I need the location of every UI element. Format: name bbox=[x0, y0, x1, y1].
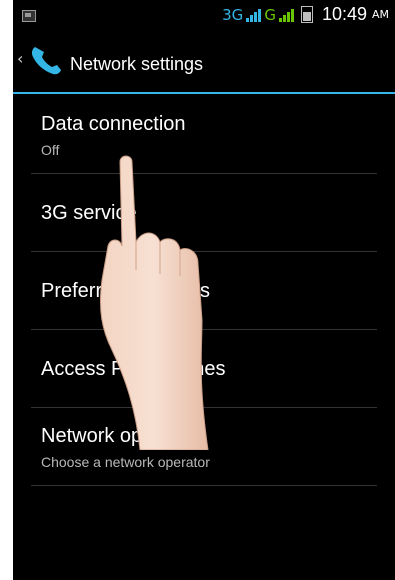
page-title: Network settings bbox=[70, 54, 204, 74]
phone-settings-icon[interactable] bbox=[29, 44, 65, 80]
action-bar[interactable]: ‹ Network settings bbox=[13, 30, 395, 90]
signal-bars-secondary-icon bbox=[278, 8, 294, 22]
setting-summary: Choose a network operator bbox=[41, 454, 210, 470]
phone-screen: 3G G 10:49 AM ‹ Network settings Data co… bbox=[13, 0, 395, 580]
network-3g-label: 3G bbox=[222, 5, 244, 24]
setting-title: Data connection bbox=[41, 113, 186, 135]
status-bar: 3G G 10:49 AM bbox=[13, 0, 395, 28]
notification-image-icon bbox=[22, 10, 36, 22]
status-left bbox=[22, 8, 36, 26]
status-right: 3G G 10:49 AM bbox=[222, 4, 389, 25]
signal-bars-icon bbox=[246, 8, 262, 22]
list-divider bbox=[31, 485, 377, 486]
action-bar-divider bbox=[13, 92, 395, 94]
battery-icon bbox=[300, 6, 313, 23]
setting-summary: Off bbox=[41, 142, 60, 158]
status-time: 10:49 bbox=[321, 4, 367, 24]
up-chevron-icon[interactable]: ‹ bbox=[17, 49, 23, 68]
network-g-label: G bbox=[264, 5, 276, 24]
pointing-hand-overlay bbox=[98, 150, 228, 454]
status-ampm: AM bbox=[371, 8, 389, 21]
